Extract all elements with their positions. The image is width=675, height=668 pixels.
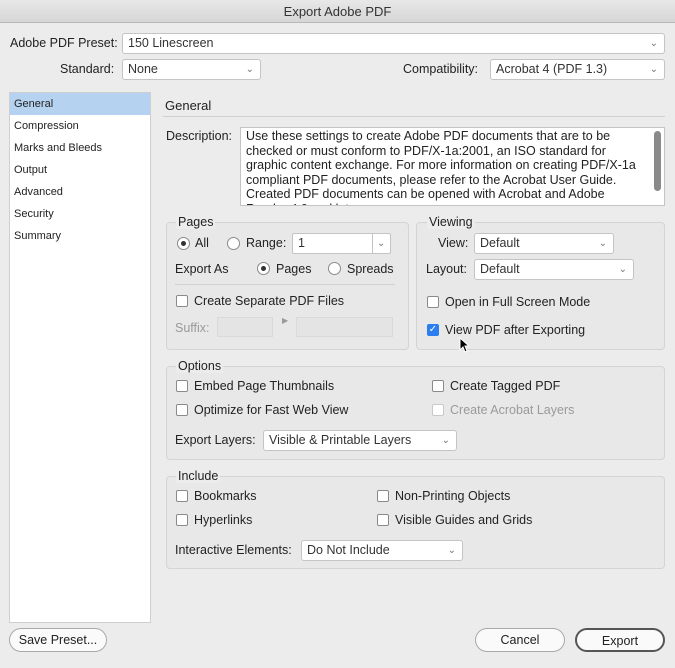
preset-label: Adobe PDF Preset: (10, 36, 118, 50)
layout-value: Default (480, 262, 520, 276)
chevron-down-icon: ⌄ (598, 238, 607, 249)
description-text: Use these settings to create Adobe PDF d… (246, 129, 636, 205)
full-screen-label: Open in Full Screen Mode (445, 295, 591, 309)
chevron-down-icon: ⌄ (649, 38, 658, 49)
sidebar-item-output[interactable]: Output (10, 159, 150, 181)
range-radio[interactable] (227, 237, 240, 250)
interactive-elements-dropdown[interactable]: Do Not Include ⌄ (301, 540, 463, 561)
standard-label: Standard: (60, 62, 115, 76)
standard-dropdown[interactable]: None ⌄ (122, 59, 261, 80)
viewing-title: Viewing (427, 215, 475, 229)
sidebar-item-advanced[interactable]: Advanced (10, 181, 150, 203)
sidebar-item-security[interactable]: Security (10, 203, 150, 225)
hyperlinks-checkbox[interactable] (176, 514, 188, 526)
bookmarks-checkbox[interactable] (176, 490, 188, 502)
acrobat-layers-label: Create Acrobat Layers (450, 403, 575, 417)
all-radio[interactable] (177, 237, 190, 250)
divider (175, 284, 395, 285)
chevron-down-icon: ⌄ (245, 64, 254, 75)
scrollbar[interactable] (654, 131, 661, 191)
separate-files-label: Create Separate PDF Files (194, 294, 345, 308)
spreads-option-label: Spreads (347, 262, 394, 276)
fast-web-label: Optimize for Fast Web View (194, 403, 349, 417)
title-bar: Export Adobe PDF (0, 0, 675, 23)
chevron-down-icon[interactable]: ⌄ (372, 234, 390, 253)
view-dropdown[interactable]: Default ⌄ (474, 233, 614, 254)
section-heading: General (165, 98, 212, 113)
include-title: Include (176, 469, 221, 483)
interactive-elements-label: Interactive Elements: (175, 543, 292, 557)
hyperlinks-label: Hyperlinks (194, 513, 253, 527)
preset-value: 150 Linescreen (128, 36, 214, 50)
range-label: Range: (246, 236, 287, 250)
pages-radio[interactable] (257, 262, 270, 275)
cancel-button[interactable]: Cancel (475, 628, 565, 652)
export-layers-dropdown[interactable]: Visible & Printable Layers ⌄ (263, 430, 457, 451)
spreads-radio[interactable] (328, 262, 341, 275)
export-button[interactable]: Export (575, 628, 665, 652)
sidebar-item-general[interactable]: General (10, 93, 150, 115)
view-label: View: (438, 236, 469, 250)
all-label: All (195, 236, 209, 250)
separate-files-checkbox[interactable] (176, 295, 188, 307)
arrow-right-icon: ▶ (282, 316, 289, 325)
export-as-label: Export As (175, 262, 229, 276)
suffix-preview-field[interactable] (296, 317, 393, 337)
guides-grids-label: Visible Guides and Grids (395, 513, 533, 527)
suffix-label: Suffix: (175, 321, 210, 335)
compatibility-value: Acrobat 4 (PDF 1.3) (496, 62, 608, 76)
description-label: Description: (166, 129, 232, 143)
bookmarks-label: Bookmarks (194, 489, 257, 503)
save-preset-button[interactable]: Save Preset... (9, 628, 107, 652)
thumbnails-label: Embed Page Thumbnails (194, 379, 335, 393)
tagged-pdf-checkbox[interactable] (432, 380, 444, 392)
chevron-down-icon: ⌄ (649, 64, 658, 75)
chevron-down-icon: ⌄ (618, 264, 627, 275)
options-title: Options (176, 359, 224, 373)
non-printing-checkbox[interactable] (377, 490, 389, 502)
chevron-down-icon: ⌄ (441, 435, 450, 446)
tagged-pdf-label: Create Tagged PDF (450, 379, 561, 393)
heading-divider (163, 116, 665, 117)
view-after-export-label: View PDF after Exporting (445, 323, 586, 337)
view-value: Default (480, 236, 520, 250)
interactive-elements-value: Do Not Include (307, 543, 390, 557)
sidebar-item-marks-and-bleeds[interactable]: Marks and Bleeds (10, 137, 150, 159)
export-layers-label: Export Layers: (175, 433, 256, 447)
compatibility-dropdown[interactable]: Acrobat 4 (PDF 1.3) ⌄ (490, 59, 665, 80)
description-textarea[interactable]: Use these settings to create Adobe PDF d… (240, 127, 665, 206)
layout-label: Layout: (426, 262, 468, 276)
range-value: 1 (298, 236, 305, 250)
sidebar-item-summary[interactable]: Summary (10, 225, 150, 247)
chevron-down-icon: ⌄ (447, 545, 456, 556)
export-layers-value: Visible & Printable Layers (269, 433, 412, 447)
guides-grids-checkbox[interactable] (377, 514, 389, 526)
non-printing-label: Non-Printing Objects (395, 489, 511, 503)
mouse-cursor-icon (459, 337, 469, 353)
compatibility-label: Compatibility: (403, 62, 479, 76)
full-screen-checkbox[interactable] (427, 296, 439, 308)
suffix-input[interactable] (217, 317, 273, 337)
preset-dropdown[interactable]: 150 Linescreen ⌄ (122, 33, 665, 54)
layout-dropdown[interactable]: Default ⌄ (474, 259, 634, 280)
standard-value: None (128, 62, 158, 76)
pages-option-label: Pages (276, 262, 312, 276)
acrobat-layers-checkbox[interactable] (432, 404, 444, 416)
view-after-export-checkbox[interactable]: ✓ (427, 324, 439, 336)
sidebar: General Compression Marks and Bleeds Out… (9, 92, 151, 623)
pages-title: Pages (176, 215, 216, 229)
range-input[interactable]: 1 ⌄ (292, 233, 391, 254)
thumbnails-checkbox[interactable] (176, 380, 188, 392)
fast-web-checkbox[interactable] (176, 404, 188, 416)
sidebar-item-compression[interactable]: Compression (10, 115, 150, 137)
